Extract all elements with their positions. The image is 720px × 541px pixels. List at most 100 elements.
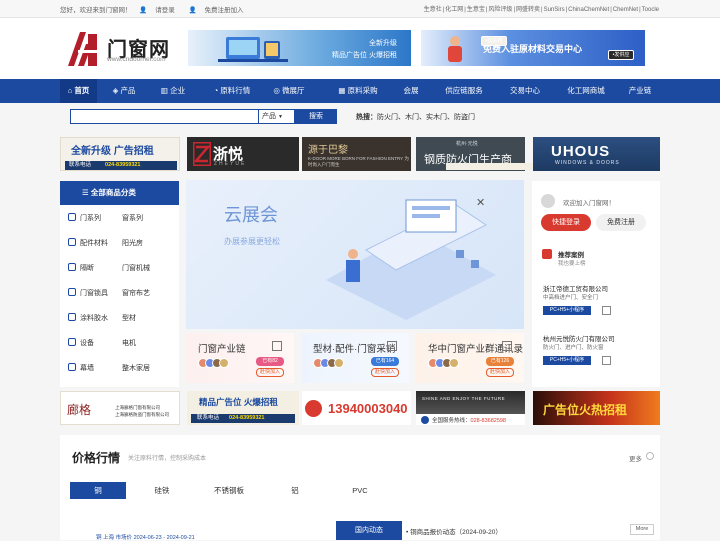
banner-fire-door[interactable]: 杭州·元悦 钢质防火门生产商 您选我放在门外 bbox=[416, 137, 558, 171]
category-row: 门窗锁具 窗帘布艺 bbox=[60, 280, 179, 305]
qr-code-icon[interactable] bbox=[502, 341, 512, 351]
link-huagongwang[interactable]: 化工网 bbox=[445, 7, 463, 13]
link-shengyishe[interactable]: 生意社 bbox=[424, 7, 442, 13]
search-type-select[interactable]: 产品 ▼ bbox=[259, 109, 295, 124]
nav-material-prices[interactable]: ◔ 原料行情 bbox=[207, 79, 257, 103]
category-machinery[interactable]: 门窗机械 bbox=[122, 263, 150, 273]
ad1-line1: 全新升级 bbox=[369, 40, 397, 47]
nav-trading-center[interactable]: 交易中心 bbox=[505, 79, 545, 103]
link-chinachemnet[interactable]: ChinaChemNet bbox=[568, 7, 609, 13]
nav-material-purchase[interactable]: ▦ 原料采购 bbox=[333, 79, 383, 103]
qr-code-icon[interactable] bbox=[602, 356, 611, 365]
qr-code-icon[interactable] bbox=[602, 306, 611, 315]
company-name[interactable]: 杭州元悦防火门有限公司 bbox=[543, 333, 615, 343]
grid-icon: ▦ bbox=[338, 86, 346, 95]
category-partition[interactable]: 隔断 bbox=[68, 263, 94, 273]
hero-banner[interactable]: 云展会 办展参展更轻松 ✕ bbox=[186, 180, 524, 329]
free-register-button[interactable]: 免费注册 bbox=[596, 214, 646, 231]
nav-exhibition[interactable]: 会展 bbox=[399, 79, 423, 103]
zheyue-sub: ZHEYUE bbox=[214, 161, 247, 167]
avatar-group bbox=[428, 358, 468, 369]
tab-copper[interactable]: 铜 bbox=[70, 482, 126, 499]
nav-industry-chain[interactable]: 产业链 bbox=[625, 79, 655, 103]
ad-phone[interactable]: 13940003040 bbox=[302, 391, 411, 425]
link-sunsirs[interactable]: SunSirs bbox=[544, 7, 565, 13]
category-door[interactable]: 门系列 bbox=[68, 213, 101, 223]
ad-langge[interactable]: 廊格 上海廊格门窗有限公司 上海廊格防盗门窗有限公司 bbox=[60, 391, 180, 425]
tab-stainless[interactable]: 不锈钢板 bbox=[201, 482, 257, 499]
header-ad-upgrade[interactable]: 全新升级 精品广告位 火爆招租 bbox=[188, 30, 411, 66]
company-name[interactable]: 浙江帝德工贸有限公司 bbox=[543, 283, 608, 293]
ad-premium-rent[interactable]: 精品广告位 火爆招租 联系电话 024-83959321 bbox=[187, 391, 299, 425]
menu-icon: ☰ bbox=[82, 188, 89, 197]
nav-mall[interactable]: 化工网商城 bbox=[561, 79, 611, 103]
hot-search-items[interactable]: 防火门、木门、实木门、防盗门 bbox=[377, 114, 475, 121]
domestic-news-tab[interactable]: 国内动态 bbox=[336, 521, 402, 540]
user-welcome: 欢迎加入门窗网！ bbox=[563, 200, 615, 207]
recommend-sub-link[interactable]: 我也要上榜 bbox=[558, 259, 586, 267]
join-button[interactable]: 赶快加入 bbox=[371, 368, 399, 377]
avatar-group bbox=[313, 358, 353, 369]
category-curtain-wall[interactable]: 幕墙 bbox=[68, 363, 94, 373]
nav-home[interactable]: ⌂ 首页 bbox=[60, 79, 97, 103]
banner-kdoor[interactable]: 源于巴黎 K-DOOR MORE BORN FOR FASHION ENTRY … bbox=[302, 137, 411, 171]
category-coatings[interactable]: 涂料胶水 bbox=[68, 313, 108, 323]
more-icon[interactable] bbox=[646, 452, 654, 460]
ad-hot-rent[interactable]: 广告位火热招租 bbox=[533, 391, 660, 425]
news-item[interactable]: • 铜商品报价动态（2024-09-20） bbox=[406, 526, 502, 536]
ad-shine[interactable]: SHINE AND ENJOY THE FUTURE 全国服务热线：028-83… bbox=[416, 391, 525, 425]
category-locks[interactable]: 门窗锁具 bbox=[68, 288, 108, 298]
close-icon[interactable]: ✕ bbox=[476, 196, 485, 209]
group-card[interactable]: 华中门窗产业群通讯录 已有126 赶快加入 bbox=[416, 333, 524, 383]
category-window[interactable]: 窗系列 bbox=[122, 213, 143, 223]
search-input[interactable] bbox=[70, 109, 259, 124]
nav-companies[interactable]: ▥ 企业 bbox=[155, 79, 191, 103]
category-equipment[interactable]: 设备 bbox=[68, 338, 94, 348]
user-panel: 欢迎加入门窗网！ 快捷登录 免费注册 推荐案例 我也要上榜 浙江帝德工贸有限公司… bbox=[532, 181, 660, 387]
post-supply-button[interactable]: •发供应 bbox=[608, 50, 634, 60]
link-shengyibao[interactable]: 生意宝 bbox=[467, 7, 485, 13]
banner-ad-rent[interactable]: 全新升级 广告招租 联系电话 024-83959321 bbox=[60, 137, 180, 171]
tab-pvc[interactable]: PVC bbox=[332, 482, 388, 499]
join-button[interactable]: 赶快加入 bbox=[256, 368, 284, 377]
logo-icon[interactable] bbox=[66, 30, 100, 66]
tab-aluminum[interactable]: 铝 bbox=[267, 482, 323, 499]
link-resale[interactable]: 网盛转卖 bbox=[516, 7, 540, 13]
group-card[interactable]: 门窗产业链 已有82 赶快加入 bbox=[186, 333, 294, 383]
nav-products[interactable]: ◈ 产品 bbox=[106, 79, 142, 103]
nav-supply-chain[interactable]: 供应链服务 bbox=[439, 79, 489, 103]
banner-uhous[interactable]: UHOUS WINDOWS & DOORS bbox=[533, 137, 660, 171]
find-purchase-button[interactable]: •找采购 bbox=[481, 36, 507, 46]
quick-login-button[interactable]: 快捷登录 bbox=[541, 214, 591, 231]
company-tag[interactable]: PC+H5+小程序 bbox=[543, 306, 591, 315]
qr-code-icon[interactable] bbox=[272, 341, 282, 351]
login-link[interactable]: 👤 请登录 bbox=[139, 7, 180, 14]
category-header[interactable]: ☰ 全部商品分类 bbox=[60, 181, 179, 205]
more-link[interactable]: 更多 bbox=[629, 453, 642, 463]
company-tag[interactable]: PC+H5+小程序 bbox=[543, 356, 591, 365]
zheyue-logo-icon bbox=[193, 142, 211, 166]
shine-title: SHINE AND ENJOY THE FUTURE bbox=[422, 396, 506, 401]
more-button[interactable]: More bbox=[630, 524, 654, 535]
join-button[interactable]: 赶快加入 bbox=[486, 368, 514, 377]
group-card[interactable]: 型材·配件·门窗采销 已有164 赶快加入 bbox=[301, 333, 409, 383]
category-curtains[interactable]: 窗帘布艺 bbox=[122, 288, 150, 298]
member-count-badge: 已有164 bbox=[371, 357, 399, 366]
nav-showroom[interactable]: ◎ 微展厅 bbox=[266, 79, 312, 103]
link-chemnet[interactable]: ChemNet bbox=[613, 7, 638, 13]
link-risk[interactable]: 风险评级 bbox=[488, 7, 512, 13]
top-bar-left: 您好，欢迎来到门窗网！ 👤 请登录 👤 免费注册加入 bbox=[60, 4, 255, 14]
tab-ferrosilicon[interactable]: 硅铁 bbox=[134, 482, 190, 499]
header-ad-join[interactable]: 免费入驻原材料交易中心 •找采购 •发供应 bbox=[421, 30, 645, 66]
category-sunroom[interactable]: 阳光房 bbox=[122, 238, 143, 248]
category-profiles[interactable]: 型材 bbox=[122, 313, 136, 323]
register-link[interactable]: 👤 免费注册加入 bbox=[189, 7, 250, 14]
qr-code-icon[interactable] bbox=[387, 341, 397, 351]
category-accessories[interactable]: 配件材料 bbox=[68, 238, 108, 248]
category-wood-home[interactable]: 整木家居 bbox=[122, 363, 150, 373]
link-toocle[interactable]: Toocle bbox=[642, 7, 659, 13]
banner-zheyue[interactable]: 浙悦 ZHEYUE bbox=[187, 137, 299, 171]
category-row: 隔断 门窗机械 bbox=[60, 255, 179, 280]
search-button[interactable]: 搜索 bbox=[295, 109, 337, 124]
category-motors[interactable]: 电机 bbox=[122, 338, 136, 348]
